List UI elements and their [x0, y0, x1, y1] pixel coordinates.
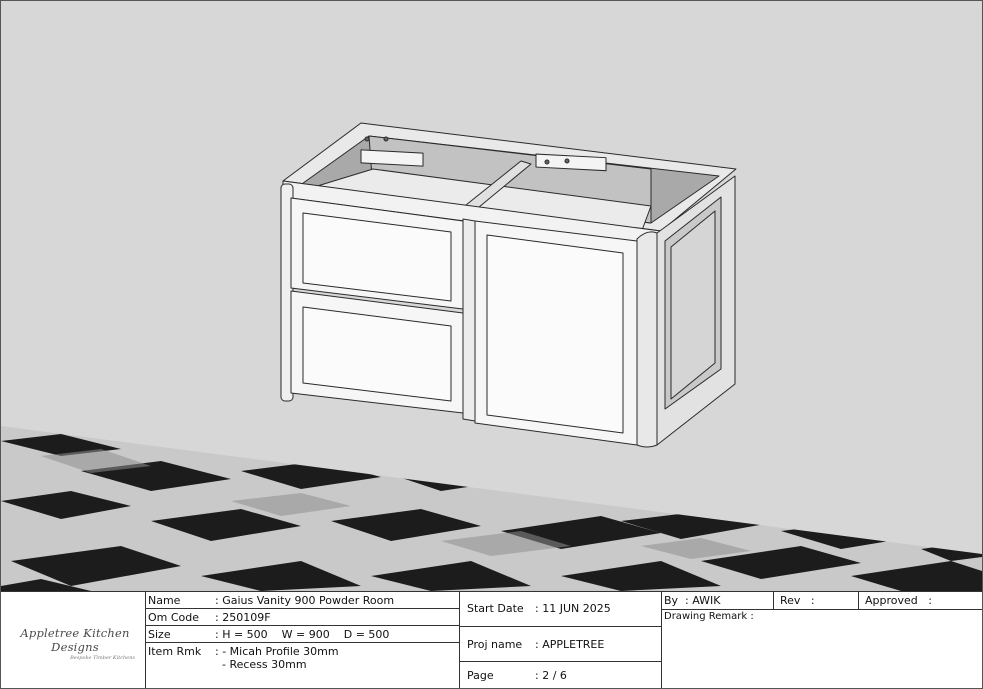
logo-name: Appletree Kitchen Designs [20, 626, 130, 654]
title-block: Appletree Kitchen Designs Bespoke Timber… [1, 591, 982, 688]
by-field: By : AWIK [664, 594, 721, 607]
item-rmk-label: Item Rmk [148, 645, 202, 658]
start-date-value: : 11 JUN 2025 [535, 602, 611, 615]
om-code-label: Om Code [148, 611, 200, 624]
size-value: : H = 500 W = 900 D = 500 [215, 628, 390, 641]
render-viewport [1, 1, 982, 591]
start-date-label: Start Date [467, 602, 524, 615]
item-rmk-line-1: : - Micah Profile 30mm [215, 645, 339, 658]
proj-name-label: Proj name [467, 638, 523, 651]
drawing-sheet: Appletree Kitchen Designs Bespoke Timber… [0, 0, 983, 689]
item-rmk-line-2: - Recess 30mm [215, 658, 307, 671]
name-value: : Gaius Vanity 900 Powder Room [215, 594, 395, 607]
name-label: Name [148, 594, 181, 607]
rev-field: Rev : [780, 594, 815, 607]
drawing-remark-label: Drawing Remark : [664, 611, 754, 622]
om-code-value: : 250109F [215, 611, 271, 624]
proj-name-value: : APPLETREE [535, 638, 605, 651]
approved-field: Approved : [865, 594, 932, 607]
page-value: : 2 / 6 [535, 669, 567, 682]
logo-tagline: Bespoke Timber Kitchens [70, 655, 135, 661]
size-label: Size [148, 628, 171, 641]
page-label: Page [467, 669, 494, 682]
company-logo: Appletree Kitchen Designs Bespoke Timber… [9, 626, 141, 661]
vanity-cabinet-3d [280, 122, 737, 448]
